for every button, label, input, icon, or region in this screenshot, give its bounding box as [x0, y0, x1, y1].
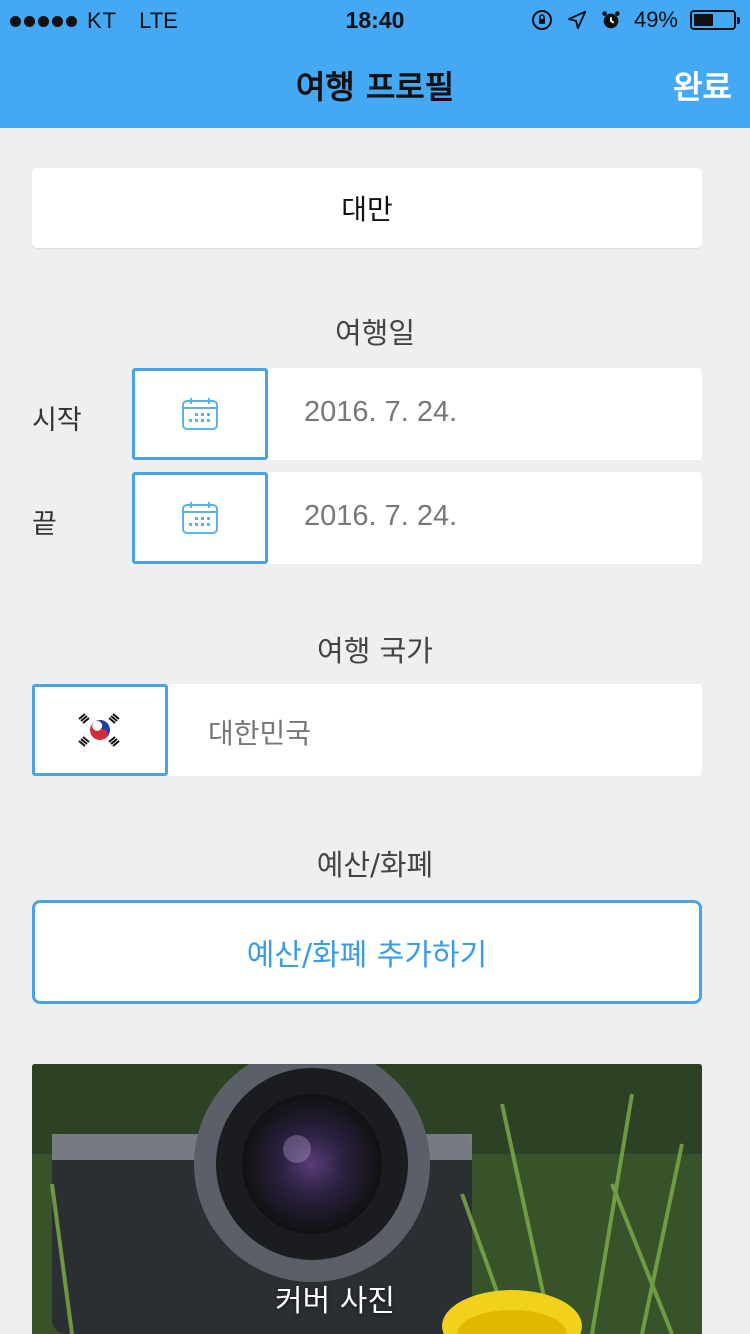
add-budget-currency-button[interactable]: 예산/화폐 추가하기	[32, 900, 702, 1004]
start-date-row[interactable]: 2016. 7. 24.	[132, 368, 702, 460]
travel-dates-heading: 여행일	[334, 316, 416, 350]
calendar-icon	[182, 502, 218, 534]
country-flag-button[interactable]	[32, 684, 168, 776]
start-date-picker-button[interactable]	[132, 368, 268, 460]
end-date-label: 끝	[32, 509, 57, 540]
alarm-clock-icon	[602, 11, 620, 29]
battery-icon	[690, 10, 740, 30]
end-date-value[interactable]: 2016. 7. 24.	[304, 500, 457, 533]
budget-currency-heading: 예산/화폐	[316, 848, 434, 882]
country-value[interactable]: 대한민국	[208, 712, 311, 752]
status-bar: KT LTE 18:40 49%	[0, 0, 750, 40]
travel-country-heading: 여행 국가	[317, 634, 433, 668]
start-date-value[interactable]: 2016. 7. 24.	[304, 396, 457, 429]
south-korea-flag-icon	[73, 710, 127, 750]
trip-name-field[interactable]: 대만	[32, 168, 702, 248]
end-date-row[interactable]: 2016. 7. 24.	[132, 472, 702, 564]
done-button[interactable]: 완료	[673, 62, 732, 108]
battery-percent: 49%	[633, 7, 678, 32]
orientation-lock-icon	[531, 10, 552, 30]
status-right: 49%	[530, 7, 740, 33]
battery-level-fill	[694, 14, 713, 26]
end-date-picker-button[interactable]	[132, 472, 268, 564]
page-title: 여행 프로필	[295, 68, 455, 106]
location-arrow-icon	[567, 10, 587, 30]
start-date-label: 시작	[32, 405, 82, 436]
country-row[interactable]: 대한민국	[32, 684, 702, 776]
calendar-icon	[182, 398, 218, 430]
cover-photo-label: 커버 사진	[275, 1284, 395, 1319]
navigation-bar: 여행 프로필 완료	[0, 40, 750, 128]
